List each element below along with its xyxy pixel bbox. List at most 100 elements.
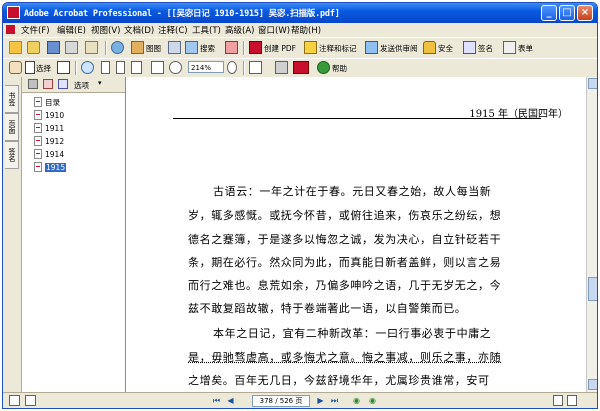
select-tool-button[interactable]: 选择: [36, 63, 51, 74]
comment-markup-button[interactable]: 注释和标记: [319, 43, 357, 54]
menu-bar: 文件(F) 编辑(E) 视图(V) 文档(D) 注释(C) 工具(T) 高级(A…: [3, 23, 597, 37]
send-review-icon[interactable]: [365, 41, 378, 54]
zoom-level-input[interactable]: 214%: [188, 61, 224, 73]
search-icon[interactable]: [168, 41, 181, 54]
more-tools-icon[interactable]: [275, 61, 288, 74]
menu-comments[interactable]: 注释(C): [158, 24, 188, 36]
options-dropdown-icon[interactable]: ▾: [98, 79, 102, 87]
zoom-out-icon[interactable]: [151, 61, 164, 74]
previous-view-button[interactable]: ◉: [351, 395, 362, 406]
scroll-thumb[interactable]: [588, 277, 597, 301]
bookmark-page-icon: [34, 110, 42, 120]
rotate-icon[interactable]: [249, 61, 262, 74]
bookmark-page-icon: [34, 136, 42, 146]
vertical-scrollbar[interactable]: [586, 77, 597, 392]
lock-icon[interactable]: [423, 41, 436, 54]
next-view-button[interactable]: ◉: [367, 395, 378, 406]
snapshot-icon[interactable]: [57, 61, 70, 74]
comment-icon[interactable]: [304, 41, 317, 54]
document-menu-icon[interactable]: [6, 25, 15, 34]
organizer-label[interactable]: 图图: [146, 43, 161, 54]
scroll-up-button[interactable]: [588, 78, 597, 89]
secure-button[interactable]: 安全: [438, 43, 453, 54]
bookmark-item[interactable]: 1912: [34, 136, 64, 147]
open-icon[interactable]: [27, 41, 40, 54]
help-button[interactable]: 帮助: [332, 63, 347, 74]
bookmark-item[interactable]: 1910: [34, 110, 64, 121]
bookmark-item[interactable]: 1911: [34, 123, 64, 134]
acrobat-app-icon[interactable]: [7, 6, 20, 19]
menu-edit[interactable]: 编辑(E): [57, 24, 86, 36]
hand-tool-icon[interactable]: [9, 61, 22, 74]
next-page-button[interactable]: ▶: [315, 395, 326, 406]
sign-button[interactable]: 签名: [478, 43, 493, 54]
bookmarks-tab[interactable]: 书签: [5, 85, 19, 113]
email-icon[interactable]: [85, 41, 98, 54]
zoom-plus-icon[interactable]: [169, 61, 182, 74]
bookmarks-toolbar: 选项 ▾: [22, 77, 125, 93]
menu-document[interactable]: 文档(D): [124, 24, 154, 36]
create-pdf-icon[interactable]: [249, 41, 262, 54]
binoculars-icon[interactable]: [185, 41, 198, 54]
forms-button[interactable]: 表单: [518, 43, 533, 54]
main-toolbar: 图图 搜索 创建 PDF 注释和标记 发送供审阅 安全 签名 表单: [3, 37, 597, 59]
toolbar-separator: [243, 61, 245, 75]
open-folder-icon[interactable]: [9, 41, 22, 54]
page-number-display[interactable]: 378 / 526 页: [252, 395, 310, 407]
scroll-down-button[interactable]: [588, 379, 597, 390]
help-icon[interactable]: [317, 61, 330, 74]
zoom-in-icon[interactable]: [81, 61, 94, 74]
save-icon[interactable]: [47, 41, 60, 54]
bookmark-options-button[interactable]: 选项: [74, 80, 89, 91]
new-bookmark-icon[interactable]: [43, 79, 53, 89]
menu-window[interactable]: 窗口(W): [258, 24, 290, 36]
bookmark-page-icon: [34, 123, 42, 133]
print-icon[interactable]: [65, 41, 78, 54]
menu-advanced[interactable]: 高级(A): [225, 24, 254, 36]
continuous-layout-icon[interactable]: [567, 395, 577, 406]
single-page-layout-icon[interactable]: [553, 395, 563, 406]
pages-tab[interactable]: 页面: [5, 113, 19, 141]
menu-view[interactable]: 视图(V): [91, 24, 120, 36]
menu-help[interactable]: 帮助(H): [291, 24, 321, 36]
navigation-tabs-strip: 书签 页面 签名: [3, 77, 22, 392]
actual-size-icon[interactable]: [101, 61, 110, 74]
header-rule: [173, 118, 541, 119]
sign-icon[interactable]: [463, 41, 476, 54]
title-bar[interactable]: Adobe Acrobat Professional - [[吴宓日记 1910…: [3, 3, 597, 23]
delete-bookmark-icon[interactable]: [28, 79, 38, 89]
forms-icon[interactable]: [503, 41, 516, 54]
create-pdf-button[interactable]: 创建 PDF: [264, 43, 296, 54]
bookmark-item[interactable]: 1914: [34, 149, 64, 160]
zoom-dropdown-icon[interactable]: [227, 61, 237, 74]
document-view[interactable]: 1915 年（民国四年） 古语云：一年之计在于春。元日又春之始，故人每当新 岁，…: [126, 77, 586, 392]
close-button[interactable]: ×: [577, 5, 593, 21]
organizer-icon[interactable]: [111, 41, 124, 54]
menu-file[interactable]: 文件(F): [21, 24, 50, 36]
signatures-tab[interactable]: 签名: [5, 141, 19, 169]
bookmark-page-icon: [34, 162, 42, 172]
window-title: Adobe Acrobat Professional - [[吴宓日记 1910…: [24, 9, 340, 19]
bookmark-item[interactable]: 目录: [34, 97, 60, 108]
maximize-button[interactable]: □: [559, 5, 575, 21]
last-page-button[interactable]: ⏭: [329, 395, 340, 406]
menu-tools[interactable]: 工具(T): [192, 24, 221, 36]
expand-bookmark-icon[interactable]: [58, 79, 68, 89]
acrobat-window: Adobe Acrobat Professional - [[吴宓日记 1910…: [2, 2, 598, 409]
previous-page-button[interactable]: ◀: [225, 395, 236, 406]
fit-page-icon[interactable]: [116, 61, 125, 74]
first-page-button[interactable]: ⏮: [211, 395, 222, 406]
fit-width-icon[interactable]: [131, 61, 142, 74]
minimize-button[interactable]: _: [541, 5, 557, 21]
search-label[interactable]: 搜索: [200, 43, 215, 54]
tools-icon[interactable]: [225, 41, 238, 54]
select-tool-icon[interactable]: [25, 61, 35, 74]
panel-toggle-icon[interactable]: [9, 395, 20, 406]
layers-icon[interactable]: [25, 395, 36, 406]
bookmark-item-selected[interactable]: 1915: [34, 162, 67, 173]
yahoo-toolbar-icon[interactable]: [293, 61, 309, 74]
bookmark-page-icon: [34, 149, 42, 159]
pages-icon[interactable]: [131, 41, 144, 54]
text-line: 本年之日记，宜有二种新改革：一曰行事必衷于中庸之: [213, 327, 492, 340]
send-for-review-button[interactable]: 发送供审阅: [380, 43, 418, 54]
